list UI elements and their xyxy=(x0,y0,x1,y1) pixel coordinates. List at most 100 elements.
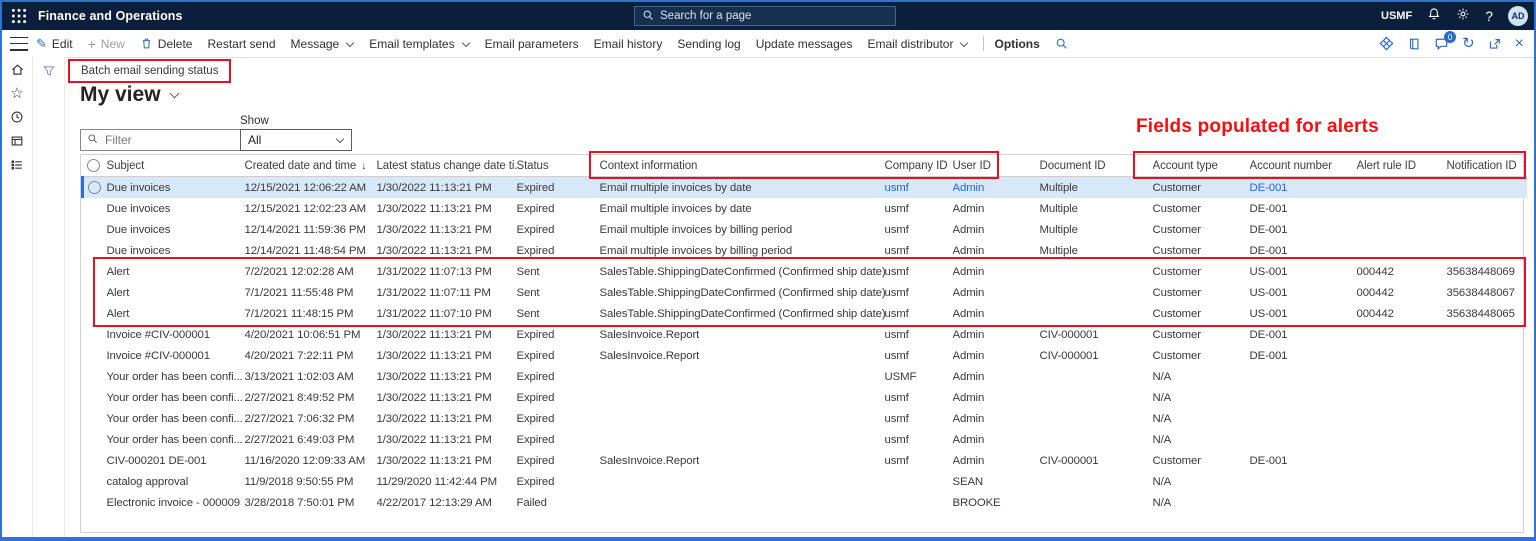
table-row[interactable]: Your order has been confi... 2/27/2021 7:… xyxy=(83,408,1527,429)
column-header-accountType[interactable]: Account type xyxy=(1152,155,1250,177)
filter-funnel-icon[interactable] xyxy=(41,63,57,79)
modules-icon[interactable] xyxy=(2,153,32,177)
recent-icon[interactable] xyxy=(2,105,32,129)
hamburger-menu-icon[interactable] xyxy=(10,36,28,51)
cell-document: Multiple xyxy=(1039,181,1078,194)
column-header-user[interactable]: User ID xyxy=(952,155,1040,177)
cell-accountType: Customer xyxy=(1152,454,1202,467)
column-header-menu[interactable]: ⋮ xyxy=(1518,155,1527,177)
table-row[interactable]: Due invoices 12/14/2021 11:59:36 PM 1/30/2… xyxy=(83,219,1527,240)
toolbar-search-button[interactable] xyxy=(1055,37,1068,50)
cell-subject: Electronic invoice - 000009 xyxy=(106,496,241,509)
email-parameters-button[interactable]: Email parameters xyxy=(485,37,579,51)
page-tab[interactable]: Batch email sending status xyxy=(68,59,232,83)
cell-sel xyxy=(83,492,107,513)
select-all-circle[interactable] xyxy=(86,159,100,172)
messages-icon[interactable]: 0 xyxy=(1434,31,1457,51)
page-title[interactable]: My view xyxy=(80,83,179,107)
cell-user: SEAN xyxy=(952,475,984,488)
table-row[interactable]: Due invoices 12/14/2021 11:48:54 PM 1/30/2… xyxy=(83,240,1527,261)
avatar[interactable]: AD xyxy=(1508,6,1528,26)
column-header-created[interactable]: Created date and time ↓ xyxy=(244,155,377,177)
grid-filter-input[interactable] xyxy=(103,132,235,148)
new-button[interactable]: + New xyxy=(88,37,125,51)
grid-options-icon[interactable]: ⋮ xyxy=(1519,159,1527,173)
table-row[interactable]: CIV-000201 DE-001 11/16/2020 12:09:33 AM 1… xyxy=(83,450,1527,471)
cell-latest: 1/30/2022 11:13:21 PM xyxy=(376,181,492,194)
delete-button[interactable]: Delete xyxy=(140,37,192,51)
cell-subject: Your order has been confi... xyxy=(106,370,243,383)
help-icon[interactable]: ? xyxy=(1485,8,1493,24)
cell-menu xyxy=(1519,492,1527,513)
column-header-latest[interactable]: Latest status change date ti... xyxy=(376,155,517,177)
column-header-notificationId[interactable]: Notification ID xyxy=(1446,155,1519,177)
left-nav: ☆ xyxy=(2,57,33,537)
grid-table: Subject Created date and time ↓ Latest stat… xyxy=(81,155,1527,513)
cell-subject: Your order has been confi... xyxy=(106,433,243,446)
column-header-accountNumber[interactable]: Account number xyxy=(1249,155,1357,177)
cell-accountNumber: DE-001 xyxy=(1249,202,1288,215)
company-picker[interactable]: USMF xyxy=(1381,10,1412,22)
table-row[interactable]: Your order has been confi... 2/27/2021 8:… xyxy=(83,387,1527,408)
table-row[interactable]: Your order has been confi... 3/13/2021 1:… xyxy=(83,366,1527,387)
restart-send-button[interactable]: Restart send xyxy=(207,37,275,51)
global-search[interactable]: Search for a page xyxy=(634,6,896,26)
cell-created: 12/15/2021 12:02:23 AM xyxy=(244,202,367,215)
cell-user: Admin xyxy=(952,307,985,320)
favorites-icon[interactable]: ☆ xyxy=(2,81,32,105)
column-header-document[interactable]: Document ID xyxy=(1039,155,1153,177)
table-row[interactable]: Electronic invoice - 000009 3/28/2018 7:5… xyxy=(83,492,1527,513)
cell-latest: 1/30/2022 11:13:21 PM xyxy=(376,349,492,362)
email-history-button[interactable]: Email history xyxy=(594,37,663,51)
column-header-company[interactable]: Company ID xyxy=(884,155,953,177)
show-dropdown[interactable]: All xyxy=(240,129,352,151)
cell-sel xyxy=(83,408,107,429)
row-select-circle[interactable] xyxy=(88,181,101,194)
cell-user: Admin xyxy=(952,244,985,257)
table-row[interactable]: Alert 7/2/2021 12:02:28 AM 1/31/2022 11:07… xyxy=(83,261,1527,282)
email-templates-menu[interactable]: Email templates xyxy=(369,37,470,51)
column-header-subject[interactable]: Subject xyxy=(106,155,245,177)
guide-icon[interactable] xyxy=(1407,37,1421,51)
sending-log-button[interactable]: Sending log xyxy=(677,37,740,51)
cell-accountType: Customer xyxy=(1152,181,1202,194)
update-messages-button[interactable]: Update messages xyxy=(756,37,853,51)
cell-accountNumber: US-001 xyxy=(1249,265,1288,278)
workspaces-icon[interactable] xyxy=(2,129,32,153)
table-row[interactable]: Invoice #CIV-000001 4/20/2021 10:06:51 PM… xyxy=(83,324,1527,345)
grid-filter-input-wrap xyxy=(80,129,242,151)
email-distributor-menu[interactable]: Email distributor xyxy=(867,37,969,51)
table-row[interactable]: Alert 7/1/2021 11:55:48 PM 1/31/2022 11:07… xyxy=(83,282,1527,303)
home-icon[interactable] xyxy=(2,57,32,81)
table-row[interactable]: Your order has been confi... 2/27/2021 6:… xyxy=(83,429,1527,450)
popout-icon[interactable] xyxy=(1488,37,1502,51)
table-row[interactable]: Due invoices 12/15/2021 12:06:22 AM 1/30/2… xyxy=(81,176,1527,198)
column-header-context[interactable]: Context information xyxy=(599,155,885,177)
cell-latest: 1/30/2022 11:13:21 PM xyxy=(376,244,492,257)
message-menu[interactable]: Message xyxy=(291,37,355,51)
bell-icon[interactable] xyxy=(1427,7,1441,26)
close-icon[interactable]: × xyxy=(1515,35,1524,52)
refresh-icon[interactable]: ↻ xyxy=(1462,36,1475,51)
cell-sel xyxy=(83,366,107,387)
column-header-sel[interactable] xyxy=(82,155,107,177)
options-button[interactable]: Options xyxy=(994,37,1039,51)
table-row[interactable]: Due invoices 12/15/2021 12:02:23 AM 1/30/2… xyxy=(83,198,1527,219)
cell-subject: catalog approval xyxy=(106,475,189,488)
cell-company: usmf xyxy=(884,433,909,446)
gear-icon[interactable] xyxy=(1456,7,1470,26)
cell-created: 3/13/2021 1:02:03 AM xyxy=(244,370,354,383)
table-row[interactable]: catalog approval 11/9/2018 9:50:55 PM 11/2… xyxy=(83,471,1527,492)
power-apps-icon[interactable] xyxy=(1379,36,1394,51)
table-row[interactable]: Invoice #CIV-000001 4/20/2021 7:22:11 PM 1… xyxy=(83,345,1527,366)
table-row[interactable]: Alert 7/1/2021 11:48:15 PM 1/31/2022 11:07… xyxy=(83,303,1527,324)
cell-menu xyxy=(1519,345,1527,366)
column-header-alertRuleId[interactable]: Alert rule ID xyxy=(1356,155,1447,177)
edit-button[interactable]: ✎ Edit xyxy=(36,37,73,51)
cell-user: BROOKE xyxy=(952,496,1001,509)
search-icon xyxy=(1055,37,1068,50)
column-header-status[interactable]: Status xyxy=(516,155,600,177)
cell-sel xyxy=(83,240,107,261)
app-launcher-icon[interactable] xyxy=(10,7,28,25)
cell-user: Admin xyxy=(952,349,985,362)
